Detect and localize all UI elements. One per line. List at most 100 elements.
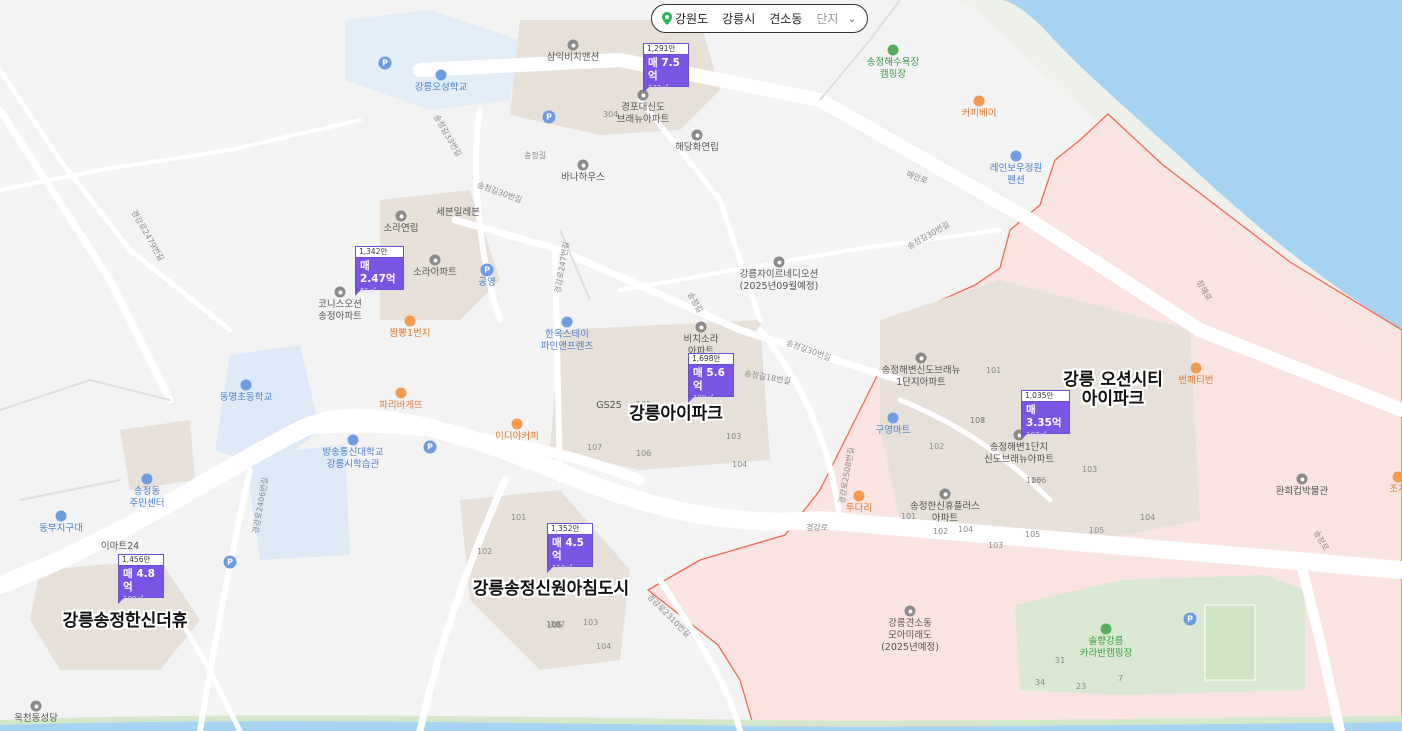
poi-label[interactable]: 번패티번: [1179, 375, 1214, 387]
poi-marker-icon[interactable]: [1100, 623, 1112, 635]
poi-marker-icon[interactable]: [347, 434, 359, 446]
poi-marker-icon[interactable]: [55, 510, 67, 522]
poi-label[interactable]: 레인보우정원 펜션: [990, 163, 1042, 187]
breadcrumb-mode[interactable]: 단지: [809, 10, 845, 27]
poi-marker-icon[interactable]: [887, 412, 899, 424]
poi-label[interactable]: 구영마트: [876, 425, 911, 437]
poi-label[interactable]: 옥천동성당: [14, 713, 58, 725]
poi-label[interactable]: 이마트24: [101, 541, 139, 553]
poi-marker-icon[interactable]: [395, 210, 407, 222]
poi-marker-icon[interactable]: [1010, 150, 1022, 162]
poi-label[interactable]: 동부지구대: [39, 523, 83, 535]
parking-icon[interactable]: P: [1183, 612, 1197, 626]
poi-marker-icon[interactable]: [404, 315, 416, 327]
poi-marker-icon[interactable]: [240, 379, 252, 391]
complex-name[interactable]: 강릉송정신원아침도시: [473, 580, 629, 599]
poi-marker-icon[interactable]: [695, 321, 707, 333]
poi-marker-icon[interactable]: [939, 488, 951, 500]
poi-label[interactable]: 송정동 주민센터: [130, 486, 165, 510]
poi-marker-icon[interactable]: [773, 256, 785, 268]
building-number: 103: [583, 618, 599, 627]
poi-label[interactable]: 세븐일레븐: [436, 207, 480, 219]
price-marker[interactable]: 1,456만 매 4.8억 109㎡: [118, 554, 164, 604]
parking-icon[interactable]: P: [542, 110, 556, 124]
poi-label[interactable]: 커피베이: [962, 108, 997, 120]
poi-marker-icon[interactable]: [915, 352, 927, 364]
poi-marker-icon[interactable]: [973, 95, 985, 107]
building-number: 304: [603, 110, 619, 119]
poi-label[interactable]: GS25: [596, 400, 621, 412]
poi-label[interactable]: 송정한신휴플러스 아파트: [910, 501, 980, 525]
poi-label[interactable]: 동명초등학교: [220, 392, 272, 404]
complex-name[interactable]: 강릉송정한신더휴: [62, 612, 187, 631]
poi-label[interactable]: 경포대신도 브래뉴아파트: [617, 102, 669, 126]
price-marker[interactable]: 1,698만 매 5.6억 109㎡: [688, 353, 734, 403]
poi-marker-icon[interactable]: [577, 159, 589, 171]
poi-marker-icon[interactable]: [561, 316, 573, 328]
poi-marker-icon[interactable]: [141, 473, 153, 485]
poi-label[interactable]: 송정해변1단지 신도브래뉴아파트: [984, 442, 1054, 466]
poi-label[interactable]: 송정해변신도브래뉴 1단지아파트: [882, 365, 961, 389]
listing-area: 107㎡: [1026, 431, 1047, 439]
parking-icon[interactable]: P: [223, 555, 237, 569]
poi-marker-icon[interactable]: [887, 44, 899, 56]
poi-marker-icon[interactable]: [1296, 473, 1308, 485]
region-breadcrumb: 강원도 강릉시 견소동 단지 ⌄: [651, 4, 868, 33]
building-number: 7: [1118, 674, 1124, 683]
breadcrumb-province[interactable]: 강원도: [675, 10, 715, 27]
poi-marker-icon[interactable]: [334, 286, 346, 298]
building-number: 104: [1140, 513, 1156, 522]
poi-label[interactable]: 한옥스테이 파인앤프렌즈: [541, 329, 593, 353]
poi-label[interactable]: 이디야커피: [495, 431, 539, 443]
poi-marker-icon[interactable]: [853, 490, 865, 502]
price-marker[interactable]: 1,291만 매 7.5억 132㎡: [643, 43, 689, 93]
poi-label[interactable]: 강릉견소동 모아미래도 (2025년예정): [881, 618, 939, 654]
price-marker[interactable]: 1,352만 매 4.5억 110㎡: [547, 523, 593, 573]
building-number: 107: [587, 443, 603, 452]
poi-marker-icon[interactable]: [429, 254, 441, 266]
poi-marker-icon[interactable]: [567, 39, 579, 51]
poi-marker-icon[interactable]: [904, 605, 916, 617]
price-marker[interactable]: 1,035만 매 3.35억 107㎡: [1021, 390, 1070, 440]
poi-label[interactable]: 강릉오성학교: [415, 82, 467, 94]
poi-marker-icon[interactable]: [1190, 362, 1202, 374]
poi-label[interactable]: 짬뽕1번지: [389, 328, 430, 340]
poi-marker-icon[interactable]: [395, 387, 407, 399]
listing-price: 매 2.47억: [360, 260, 396, 285]
poi-label[interactable]: 소라아파트: [413, 267, 457, 279]
poi-label[interactable]: 소라연립: [384, 223, 419, 235]
poi-label[interactable]: 삼익비치맨션: [547, 52, 599, 64]
parking-icon[interactable]: P: [378, 56, 392, 70]
poi-marker-icon[interactable]: [691, 129, 703, 141]
poi-label[interactable]: 조개: [1389, 484, 1402, 496]
poi-marker-icon[interactable]: [1392, 471, 1402, 483]
listing-area: 61㎡: [360, 287, 376, 295]
building-number: 104: [732, 460, 748, 469]
poi-label[interactable]: 송정해수욕장 캠핑장: [867, 57, 919, 81]
building-number: 103: [1082, 465, 1098, 474]
poi-label[interactable]: 바나하우스: [561, 172, 605, 184]
poi-label[interactable]: 방송통신대학교 강릉시학습관: [322, 447, 383, 471]
poi-label[interactable]: 환희컵박물관: [1276, 486, 1328, 498]
breadcrumb-dong[interactable]: 견소동: [762, 10, 809, 27]
poi-label[interactable]: 파리바게뜨: [379, 400, 423, 412]
building-number: 104: [958, 525, 974, 534]
poi-marker-icon[interactable]: [435, 69, 447, 81]
parking-icon[interactable]: P: [423, 440, 437, 454]
complex-name[interactable]: 강릉아이파크: [629, 405, 723, 424]
poi-marker-icon[interactable]: [511, 418, 523, 430]
parking-icon[interactable]: P: [480, 263, 494, 277]
chevron-down-icon[interactable]: ⌄: [847, 12, 856, 25]
breadcrumb-city[interactable]: 강릉시: [715, 10, 762, 27]
price-marker[interactable]: 1,342만 매 2.47억 61㎡: [355, 246, 404, 296]
poi-label[interactable]: 투다리: [846, 503, 872, 515]
poi-label[interactable]: 코니스오션 송정아파트: [318, 299, 362, 323]
building-number: 106: [1026, 476, 1042, 485]
poi-marker-icon[interactable]: [30, 700, 42, 712]
poi-label[interactable]: 공영: [478, 277, 495, 289]
poi-label[interactable]: 해당화연립: [675, 142, 719, 154]
listing-price: 매 3.35억: [1026, 404, 1062, 429]
poi-label[interactable]: 강릉자이르네디오션 (2025년09월예정): [740, 269, 819, 293]
complex-name[interactable]: 강릉 오션시티 아이파크: [1063, 371, 1163, 409]
poi-label[interactable]: 솔향강릉 카라반캠핑장: [1080, 636, 1132, 660]
